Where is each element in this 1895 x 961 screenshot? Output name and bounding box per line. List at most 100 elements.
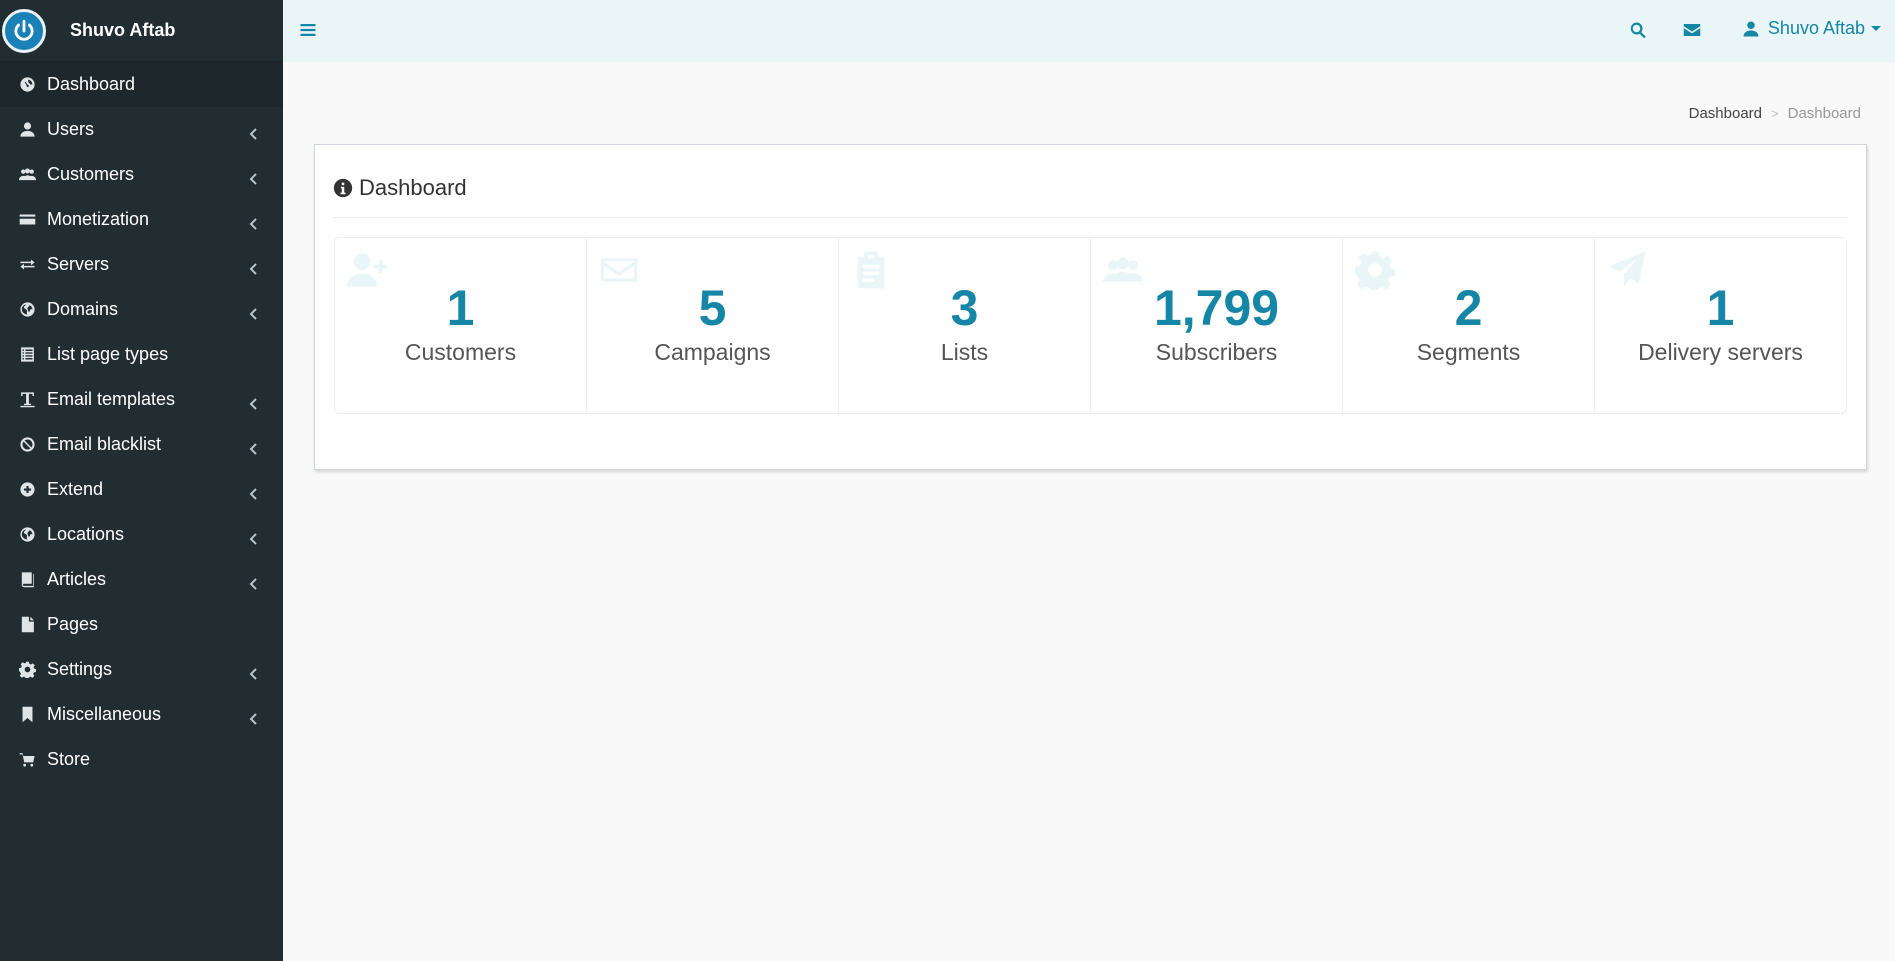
breadcrumb-current: Dashboard [1787, 105, 1861, 122]
search-icon[interactable] [1629, 21, 1649, 41]
globe-icon [18, 525, 37, 544]
globe-icon [18, 300, 37, 319]
stats-row: 1 Customers 5 Campaigns 3 Lists 1,799 Su… [334, 237, 1847, 414]
sidebar-item-settings[interactable]: Settings [0, 647, 283, 692]
sidebar-menu: Dashboard Users Customers Monetization S… [0, 62, 283, 782]
sidebar-item-domains[interactable]: Domains [0, 287, 283, 332]
list-icon [18, 345, 37, 364]
chevron-left-icon [249, 169, 259, 185]
sidebar-item-label: Users [47, 119, 95, 139]
stat-label: Subscribers [1155, 339, 1278, 365]
sidebar-item-label: List page types [47, 344, 169, 364]
sidebar-item-label: Servers [47, 254, 110, 274]
stat-value: 5 [698, 280, 727, 336]
box-title: Dashboard [333, 175, 467, 201]
sidebar-item-monetization[interactable]: Monetization [0, 197, 283, 242]
divider [333, 217, 1848, 218]
dashboard-box: Dashboard 1 Customers 5 Campaigns 3 List… [314, 144, 1867, 470]
sidebar-item-label: Email blacklist [47, 434, 162, 454]
sidebar-item-label: Extend [47, 479, 104, 499]
envelope-icon [599, 250, 639, 290]
sidebar-item-email-blacklist[interactable]: Email blacklist [0, 422, 283, 467]
sidebar-item-label: Pages [47, 614, 99, 634]
gear-icon [18, 660, 37, 679]
stat-label: Delivery servers [1638, 339, 1803, 365]
stat-campaigns[interactable]: 5 Campaigns [587, 238, 839, 413]
chevron-left-icon [249, 529, 259, 545]
sidebar-item-label: Settings [47, 659, 113, 679]
chevron-left-icon [249, 214, 259, 230]
book-icon [18, 570, 37, 589]
stat-value: 3 [950, 280, 979, 336]
sidebar-item-dashboard[interactable]: Dashboard [0, 62, 283, 107]
sidebar-item-label: Monetization [47, 209, 150, 229]
envelope-icon[interactable] [1683, 21, 1703, 41]
stat-value: 2 [1454, 280, 1483, 336]
stat-delivery-servers[interactable]: 1 Delivery servers [1595, 238, 1846, 413]
user-menu[interactable]: Shuvo Aftab [1742, 18, 1881, 39]
sidebar-item-label: Locations [47, 524, 125, 544]
stat-customers[interactable]: 1 Customers [335, 238, 587, 413]
stat-label: Lists [940, 339, 989, 365]
dashboard-icon [18, 75, 37, 94]
sidebar: Shuvo Aftab Dashboard Users Customers Mo… [0, 0, 283, 961]
clipboard-icon [851, 250, 891, 290]
exchange-icon [18, 255, 37, 274]
sidebar-item-miscellaneous[interactable]: Miscellaneous [0, 692, 283, 737]
sidebar-item-label: Miscellaneous [47, 704, 162, 724]
info-circle-icon [333, 178, 353, 198]
sidebar-item-email-templates[interactable]: Email templates [0, 377, 283, 422]
breadcrumb: Dashboard > Dashboard [1689, 105, 1861, 122]
chevron-left-icon [249, 439, 259, 455]
sidebar-item-label: Customers [47, 164, 135, 184]
chevron-left-icon [249, 574, 259, 590]
paper-plane-icon [1607, 250, 1647, 290]
sidebar-item-label: Articles [47, 569, 107, 589]
stat-subscribers[interactable]: 1,799 Subscribers [1091, 238, 1343, 413]
sidebar-item-servers[interactable]: Servers [0, 242, 283, 287]
caret-down-icon [1871, 26, 1881, 31]
sidebar-item-pages[interactable]: Pages [0, 602, 283, 647]
stat-label: Customers [404, 339, 517, 365]
bookmark-icon [18, 705, 37, 724]
stat-lists[interactable]: 3 Lists [839, 238, 1091, 413]
chevron-left-icon [249, 304, 259, 320]
breadcrumb-link-dashboard[interactable]: Dashboard [1689, 105, 1762, 122]
cart-icon [18, 750, 37, 769]
user-icon [18, 120, 37, 139]
user-icon [1743, 21, 1759, 36]
chevron-left-icon [249, 664, 259, 680]
hamburger-menu-icon[interactable] [299, 21, 319, 41]
sidebar-item-label: Email templates [47, 389, 176, 409]
ban-icon [18, 435, 37, 454]
sidebar-item-label: Dashboard [47, 74, 136, 94]
chevron-left-icon [249, 484, 259, 500]
user-plus-icon [347, 250, 387, 290]
sidebar-item-list-page-types[interactable]: List page types [0, 332, 283, 377]
power-logo-icon [2, 8, 46, 53]
sidebar-item-locations[interactable]: Locations [0, 512, 283, 557]
sidebar-item-users[interactable]: Users [0, 107, 283, 152]
brand[interactable]: Shuvo Aftab [0, 0, 283, 62]
user-name: Shuvo Aftab [1767, 18, 1865, 38]
sidebar-item-store[interactable]: Store [0, 737, 283, 782]
stat-value: 1 [1706, 280, 1735, 336]
top-header: Shuvo Aftab [283, 0, 1895, 62]
box-title-text: Dashboard [359, 175, 467, 200]
chevron-left-icon [249, 709, 259, 725]
credit-card-icon [18, 210, 37, 229]
chevron-left-icon [249, 124, 259, 140]
gear-icon [1355, 250, 1395, 294]
brand-name: Shuvo Aftab [70, 20, 176, 40]
text-icon [18, 390, 37, 409]
users-icon [1103, 250, 1143, 290]
stat-segments[interactable]: 2 Segments [1343, 238, 1595, 413]
sidebar-item-articles[interactable]: Articles [0, 557, 283, 602]
file-icon [18, 615, 37, 634]
sidebar-item-label: Domains [47, 299, 119, 319]
chevron-left-icon [249, 394, 259, 410]
stat-value: 1,799 [1153, 280, 1280, 336]
sidebar-item-extend[interactable]: Extend [0, 467, 283, 512]
sidebar-item-customers[interactable]: Customers [0, 152, 283, 197]
breadcrumb-separator: > [1771, 106, 1779, 121]
